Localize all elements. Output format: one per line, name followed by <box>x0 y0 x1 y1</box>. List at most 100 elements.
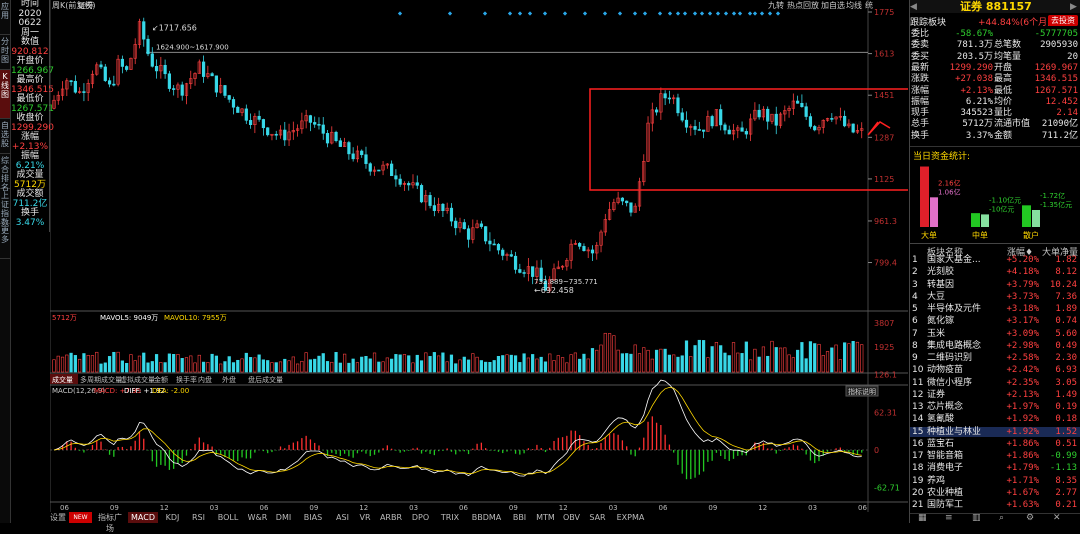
toolbar-item[interactable]: 统 <box>865 0 873 10</box>
sub-tab[interactable]: 成交量 <box>52 375 73 384</box>
kline-chart-area[interactable]: 周K(前复权) 证券 九转 热点回放 加自选 均线统 1775 1613 1451 1287 112… <box>49 0 927 533</box>
indicator-tab[interactable]: 指标广场 <box>95 512 125 533</box>
indicator-tab[interactable]: BIAS <box>298 512 328 523</box>
board-row[interactable]: 3 转基因 +3.79% 10.24 <box>910 280 1080 290</box>
board-row[interactable]: 14 氢氰酸 +1.92% 0.18 <box>910 414 1080 424</box>
search-icon[interactable]: ⌕ <box>999 513 1004 523</box>
prev-arrow-icon[interactable]: ◀ <box>910 2 917 12</box>
indicator-tab[interactable]: BBI <box>508 512 531 523</box>
indicator-tab[interactable]: W&R <box>246 512 269 523</box>
indicator-tab[interactable]: TRIX <box>435 512 465 523</box>
indicator-tab[interactable]: MACD <box>128 512 158 523</box>
volume-bar <box>120 360 124 373</box>
sub-tab[interactable]: 金额 <box>154 375 168 384</box>
indicator-tab[interactable]: DMI <box>272 512 295 523</box>
kline-chart-svg[interactable]: 周K(前复权)证券 九转 热点回放 加自选 均线 统1775161314511287112… <box>49 0 927 523</box>
tab-4[interactable]: 综合排名 <box>0 154 10 192</box>
quote-label: 最新 <box>911 62 930 73</box>
indicator-help-button[interactable]: 指标说明 <box>848 387 876 396</box>
sub-tab[interactable]: 外盘 <box>222 375 236 384</box>
board-row[interactable]: 9 二维码识别 +2.58% 2.30 <box>910 353 1080 363</box>
indicator-tab[interactable]: 设置 <box>50 512 66 523</box>
indicator-tab[interactable]: RSI <box>187 512 210 523</box>
board-row[interactable]: 15 种植业与林业 +1.92% 1.52 <box>910 426 1080 437</box>
toolbar-item[interactable]: 加自选 <box>821 0 845 10</box>
tab-3[interactable]: 自选股 <box>0 119 10 154</box>
volume-bar <box>154 354 159 373</box>
board-row[interactable]: 18 消费电子 +1.79% -1.13 <box>910 463 1080 473</box>
candle-body <box>107 80 112 85</box>
board-row[interactable]: 21 国防军工 +1.63% 0.21 <box>910 500 1080 510</box>
chart-icon[interactable]: ▥ <box>972 513 981 523</box>
tab-1[interactable]: 分时图 <box>0 35 10 70</box>
signal-marker <box>767 11 773 16</box>
grid-icon[interactable]: ▦ <box>918 513 927 523</box>
quote-row: 振幅 6.21% 均价 12.452 <box>910 97 1080 107</box>
board-row[interactable]: 17 智能音箱 +1.86% -0.99 <box>910 451 1080 461</box>
invest-button[interactable]: 去投资 <box>1048 15 1078 26</box>
indicator-tab[interactable]: MTM <box>534 512 557 523</box>
sub-tab[interactable]: 内盘 <box>198 375 212 384</box>
toolbar-item[interactable]: 九转 <box>768 0 784 10</box>
indicator-tab[interactable]: ARBR <box>376 512 406 523</box>
indicator-tab[interactable]: BOLL <box>213 512 243 523</box>
board-row[interactable]: 1 国家大基金... +5.20% 1.82 <box>910 255 1080 265</box>
indicator-tab[interactable]: VR <box>357 512 373 523</box>
indicator-tab[interactable]: ASI <box>331 512 354 523</box>
board-row[interactable]: 4 大豆 +3.73% 7.36 <box>910 292 1080 302</box>
indicator-tab[interactable]: NEW <box>69 512 92 523</box>
volume-bar <box>150 361 154 373</box>
board-row[interactable]: 13 芯片概念 +1.97% 0.19 <box>910 402 1080 412</box>
board-net: 1.49 <box>1055 389 1077 400</box>
sub-tab[interactable]: 换手率 <box>176 375 197 384</box>
board-row[interactable]: 20 农业种植 +1.67% 2.77 <box>910 488 1080 498</box>
tab-0[interactable]: 应用 <box>0 0 10 35</box>
volume-bar <box>787 354 791 373</box>
sub-tab[interactable]: 虚拟成交量 <box>120 375 155 384</box>
quote-label-2: 流通市值 <box>994 119 1031 130</box>
indicator-tab[interactable]: KDJ <box>161 512 184 523</box>
board-pct: +2.58% <box>1006 353 1039 363</box>
volume-bar <box>684 340 689 373</box>
signal-marker <box>582 11 588 16</box>
board-rank: 16 <box>912 438 924 449</box>
indicator-tab[interactable]: DPO <box>409 512 432 523</box>
candle-body <box>364 154 368 164</box>
board-row[interactable]: 16 蓝宝石 +1.86% 0.51 <box>910 439 1080 449</box>
signal-marker <box>752 11 758 16</box>
volume-bar <box>137 355 142 373</box>
candle-body <box>462 222 466 230</box>
board-row[interactable]: 5 半导体及元件 +3.18% 1.89 <box>910 304 1080 314</box>
board-row[interactable]: 11 微信小程序 +2.35% 3.05 <box>910 378 1080 388</box>
tab-2[interactable]: K线图 <box>0 70 10 119</box>
tab-6[interactable]: 更多 <box>0 224 10 259</box>
board-net: 0.49 <box>1055 340 1077 351</box>
toolbar-item[interactable]: 均线 <box>846 0 862 10</box>
board-row[interactable]: 2 光刻胶 +4.18% 8.12 <box>910 267 1080 277</box>
indicator-tab[interactable]: SAR <box>586 512 609 523</box>
volume-bar <box>291 356 295 373</box>
next-arrow-icon[interactable]: ▶ <box>1070 2 1077 12</box>
tab-5[interactable]: 上证指数 <box>0 189 10 227</box>
indicator-tab[interactable]: EXPMA <box>612 512 649 523</box>
board-row[interactable]: 12 证券 +2.13% 1.49 <box>910 390 1080 400</box>
volume-bar <box>560 357 565 373</box>
board-row[interactable]: 19 养鸡 +1.71% 8.35 <box>910 476 1080 486</box>
volume-bar <box>676 356 680 373</box>
candle-body <box>804 106 808 117</box>
board-row[interactable]: 8 集成电路概念 +2.98% 0.49 <box>910 341 1080 351</box>
sub-tab[interactable]: 盘后成交量 <box>248 375 283 384</box>
board-row[interactable]: 6 氮化镓 +3.17% 0.74 <box>910 316 1080 326</box>
indicator-tab[interactable]: BBDMA <box>468 512 505 523</box>
settings-icon[interactable]: ⚙ <box>1026 513 1034 523</box>
indicator-tab[interactable]: OBV <box>560 512 583 523</box>
close-icon[interactable]: ✕ <box>1053 513 1061 523</box>
price-tick-label: 1451 <box>874 91 894 100</box>
toolbar-item[interactable]: 热点回放 <box>787 0 819 10</box>
sub-tab[interactable]: 多周期成交量 <box>80 375 122 384</box>
board-row[interactable]: 10 动物疫苗 +2.42% 6.93 <box>910 365 1080 375</box>
candle-body <box>701 129 706 132</box>
fund-bar-in <box>1022 205 1031 227</box>
list-icon[interactable]: ≡ <box>945 513 953 523</box>
board-row[interactable]: 7 玉米 +3.09% 5.60 <box>910 329 1080 339</box>
